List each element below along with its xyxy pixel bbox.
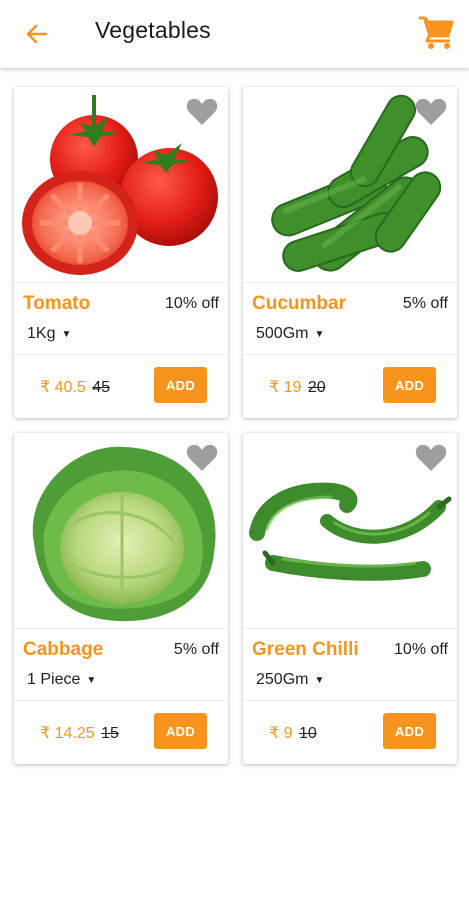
discount-label: 5% off (173, 641, 219, 658)
product-name: Tomato (23, 293, 91, 314)
quantity-selector[interactable]: 250Gm ▼ (256, 671, 324, 689)
original-price: 45 (92, 379, 111, 396)
selling-price: ₹ 9 (269, 725, 293, 742)
cart-button[interactable] (417, 14, 455, 50)
caret-down-icon: ▼ (86, 674, 97, 686)
divider (243, 628, 457, 629)
product-card[interactable]: Tomato 10% off 1Kg ▼ ₹ 40.5 45 ADD (14, 87, 228, 418)
quantity-selector[interactable]: 1 Piece ▼ (27, 671, 96, 689)
original-price: 15 (101, 725, 119, 742)
price-row: ₹ 40.5 45 (40, 377, 110, 397)
favorite-icon[interactable] (186, 97, 218, 127)
add-button[interactable]: ADD (383, 367, 436, 403)
product-name: Cabbage (23, 639, 104, 660)
favorite-icon[interactable] (415, 443, 447, 473)
quantity-value: 1Kg (27, 325, 56, 342)
product-name: Cucumbar (252, 293, 346, 314)
discount-label: 5% off (402, 295, 448, 312)
original-price: 20 (307, 379, 326, 396)
caret-down-icon: ▼ (314, 674, 325, 686)
product-card[interactable]: Cucumbar 5% off 500Gm ▼ ₹ 19 20 ADD (243, 87, 457, 418)
back-button[interactable] (22, 19, 52, 49)
original-price: 10 (298, 725, 317, 742)
selling-price: ₹ 19 (269, 379, 302, 396)
quantity-value: 500Gm (256, 325, 309, 342)
divider (243, 354, 457, 355)
quantity-value: 1 Piece (27, 671, 81, 688)
add-button[interactable]: ADD (154, 367, 207, 403)
divider (243, 282, 457, 283)
product-card[interactable]: Green Chilli 10% off 250Gm ▼ ₹ 9 10 ADD (243, 433, 457, 764)
price-row: ₹ 14.25 15 (40, 723, 119, 743)
add-button[interactable]: ADD (383, 713, 436, 749)
price-row: ₹ 19 20 (269, 377, 326, 397)
product-name: Green Chilli (252, 639, 359, 660)
arrow-left-icon (26, 24, 48, 44)
favorite-icon[interactable] (186, 443, 218, 473)
caret-down-icon: ▼ (61, 328, 72, 340)
divider (14, 354, 228, 355)
selling-price: ₹ 14.25 (40, 725, 95, 742)
divider (14, 700, 228, 701)
price-row: ₹ 9 10 (269, 723, 317, 743)
quantity-selector[interactable]: 1Kg ▼ (27, 325, 71, 343)
product-card[interactable]: Cabbage 5% off 1 Piece ▼ ₹ 14.25 15 ADD (14, 433, 228, 764)
quantity-selector[interactable]: 500Gm ▼ (256, 325, 324, 343)
divider (243, 700, 457, 701)
discount-label: 10% off (165, 295, 219, 312)
page-title: Vegetables (95, 17, 211, 43)
app-bar: Vegetables (0, 0, 469, 68)
favorite-icon[interactable] (415, 97, 447, 127)
discount-label: 10% off (394, 641, 448, 658)
caret-down-icon: ▼ (314, 328, 325, 340)
cart-icon (419, 16, 454, 49)
selling-price: ₹ 40.5 (40, 379, 86, 396)
add-button[interactable]: ADD (154, 713, 207, 749)
divider (14, 628, 228, 629)
quantity-value: 250Gm (256, 671, 309, 688)
divider (14, 282, 228, 283)
